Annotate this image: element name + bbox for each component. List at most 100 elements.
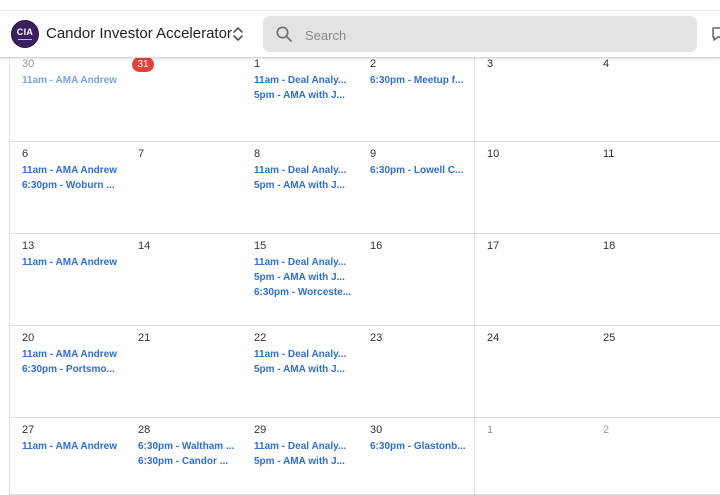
calendar-day-cell[interactable]: 4: [591, 58, 720, 142]
calendar-event[interactable]: 11am - AMA Andrew: [22, 347, 120, 362]
group-name[interactable]: Candor Investor Accelerator: [46, 25, 232, 42]
day-events-list: 11am - AMA Andrew 6:30pm - Woburn ...: [22, 163, 120, 193]
calendar-day-cell[interactable]: 29 11am - Deal Analy... 5pm - AMA with J..…: [242, 418, 359, 495]
calendar-week-row: 20 11am - AMA Andrew 6:30pm - Portsmo... 21…: [0, 326, 720, 418]
calendar-event[interactable]: 11am - Deal Analy...: [254, 255, 352, 270]
calendar-week-row: 30 11am - AMA Andrew 31 1 11am - Deal Analy.…: [0, 57, 720, 142]
calendar-day-cell[interactable]: 2 6:30pm - Meetup f...: [358, 58, 475, 142]
calendar-event[interactable]: 6:30pm - Meetup f...: [370, 73, 468, 88]
calendar-day-cell[interactable]: 14: [126, 234, 243, 326]
calendar-day-cell[interactable]: 21: [126, 326, 243, 418]
day-number: 3: [487, 58, 494, 70]
calendar-day-cell[interactable]: 6 11am - AMA Andrew 6:30pm - Woburn ...: [10, 142, 127, 234]
day-number: 30: [370, 424, 383, 436]
day-number: 2: [603, 424, 610, 436]
calendar-day-cell[interactable]: 2: [591, 418, 720, 495]
calendar-event[interactable]: 11am - Deal Analy...: [254, 163, 352, 178]
day-events-list: 11am - AMA Andrew: [22, 255, 120, 270]
calendar-event[interactable]: 6:30pm - Worceste...: [254, 285, 352, 300]
calendar-day-cell[interactable]: 24: [475, 326, 592, 418]
group-switcher-button[interactable]: [230, 24, 246, 44]
calendar-event[interactable]: 6:30pm - Waltham ...: [138, 439, 236, 454]
calendar-day-cell[interactable]: 1: [475, 418, 592, 495]
day-number: 13: [22, 240, 35, 252]
day-number: 6: [22, 148, 29, 160]
search-input[interactable]: [303, 16, 687, 54]
day-number: 10: [487, 148, 500, 160]
calendar-event[interactable]: 11am - Deal Analy...: [254, 73, 352, 88]
day-number: 15: [254, 240, 267, 252]
logo-text: CIA: [16, 27, 34, 37]
calendar-event[interactable]: 5pm - AMA with J...: [254, 454, 352, 469]
day-number: 28: [138, 424, 151, 436]
day-number: 16: [370, 240, 383, 252]
calendar-day-cell[interactable]: 31: [126, 57, 243, 142]
calendar-day-cell[interactable]: 8 11am - Deal Analy... 5pm - AMA with J...: [242, 142, 359, 234]
day-number: 23: [370, 332, 383, 344]
day-number: 27: [22, 424, 35, 436]
calendar-event[interactable]: 6:30pm - Lowell C...: [370, 163, 468, 178]
calendar-day-cell[interactable]: 9 6:30pm - Lowell C...: [358, 142, 475, 234]
calendar-day-cell[interactable]: 30 6:30pm - Glastonb...: [358, 418, 475, 495]
calendar-event[interactable]: 11am - AMA Andrew: [22, 255, 120, 270]
day-events-list: 11am - Deal Analy... 5pm - AMA with J...: [254, 347, 352, 377]
calendar-day-cell[interactable]: 1 11am - Deal Analy... 5pm - AMA with J...: [242, 58, 359, 142]
calendar-day-cell[interactable]: 28 6:30pm - Waltham ... 6:30pm - Candor ..…: [126, 418, 243, 495]
day-number: 29: [254, 424, 267, 436]
window-top-strip: [0, 0, 720, 11]
day-events-list: 11am - AMA Andrew: [22, 439, 120, 454]
calendar-event[interactable]: 11am - AMA Andrew: [22, 163, 120, 178]
group-logo[interactable]: CIA: [11, 20, 39, 48]
calendar-event[interactable]: 11am - Deal Analy...: [254, 347, 352, 362]
calendar-day-cell[interactable]: 3: [475, 58, 592, 142]
day-events-list: 11am - Deal Analy... 5pm - AMA with J...: [254, 439, 352, 469]
day-number: 2: [370, 58, 377, 70]
calendar-day-cell[interactable]: 15 11am - Deal Analy... 5pm - AMA with J..…: [242, 234, 359, 326]
calendar-day-cell[interactable]: 25: [591, 326, 720, 418]
day-number: 1: [254, 58, 261, 70]
month-calendar-grid: 30 11am - AMA Andrew 31 1 11am - Deal Analy.…: [0, 57, 720, 495]
calendar-day-cell[interactable]: 7: [126, 142, 243, 234]
calendar-day-cell[interactable]: 20 11am - AMA Andrew 6:30pm - Portsmo...: [10, 326, 127, 418]
calendar-day-cell[interactable]: 22 11am - Deal Analy... 5pm - AMA with J..…: [242, 326, 359, 418]
chat-icon[interactable]: [710, 25, 720, 43]
calendar-event[interactable]: 11am - AMA Andrew: [22, 439, 120, 454]
day-number: 1: [487, 424, 494, 436]
day-number: 7: [138, 148, 145, 160]
calendar-event[interactable]: 6:30pm - Glastonb...: [370, 439, 468, 454]
calendar-event[interactable]: 5pm - AMA with J...: [254, 88, 352, 103]
day-number: 18: [603, 240, 616, 252]
calendar-day-cell[interactable]: 17: [475, 234, 592, 326]
calendar-event[interactable]: 11am - AMA Andrew: [22, 73, 120, 88]
calendar-event[interactable]: 5pm - AMA with J...: [254, 270, 352, 285]
day-number: 20: [22, 332, 35, 344]
calendar-day-cell[interactable]: 13 11am - AMA Andrew: [10, 234, 127, 326]
day-number: 4: [603, 58, 610, 70]
day-number: 25: [603, 332, 616, 344]
calendar-event[interactable]: 6:30pm - Portsmo...: [22, 362, 120, 377]
day-events-list: 6:30pm - Lowell C...: [370, 163, 468, 178]
calendar-event[interactable]: 5pm - AMA with J...: [254, 178, 352, 193]
calendar-day-cell[interactable]: 18: [591, 234, 720, 326]
calendar-day-cell[interactable]: 16: [358, 234, 475, 326]
calendar-day-cell[interactable]: 23: [358, 326, 475, 418]
calendar-day-cell[interactable]: 27 11am - AMA Andrew: [10, 418, 127, 495]
calendar-event[interactable]: 11am - Deal Analy...: [254, 439, 352, 454]
day-number: 8: [254, 148, 261, 160]
day-events-list: 11am - Deal Analy... 5pm - AMA with J...: [254, 163, 352, 193]
day-events-list: 11am - Deal Analy... 5pm - AMA with J...: [254, 73, 352, 103]
calendar-day-cell[interactable]: 10: [475, 142, 592, 234]
app-header: CIA Candor Investor Accelerator: [0, 11, 720, 58]
calendar-day-cell[interactable]: 30 11am - AMA Andrew: [10, 58, 127, 142]
calendar-week-row: 27 11am - AMA Andrew 28 6:30pm - Waltham ..…: [0, 418, 720, 495]
day-number: 22: [254, 332, 267, 344]
today-badge: 31: [132, 57, 154, 72]
calendar-event[interactable]: 5pm - AMA with J...: [254, 362, 352, 377]
day-number: 17: [487, 240, 500, 252]
calendar-day-cell[interactable]: 11: [591, 142, 720, 234]
calendar-week-row: 6 11am - AMA Andrew 6:30pm - Woburn ... 7 8 1…: [0, 142, 720, 234]
search-bar[interactable]: [263, 16, 697, 54]
calendar-event[interactable]: 6:30pm - Candor ...: [138, 454, 236, 469]
calendar-event[interactable]: 6:30pm - Woburn ...: [22, 178, 120, 193]
day-number: 14: [138, 240, 151, 252]
